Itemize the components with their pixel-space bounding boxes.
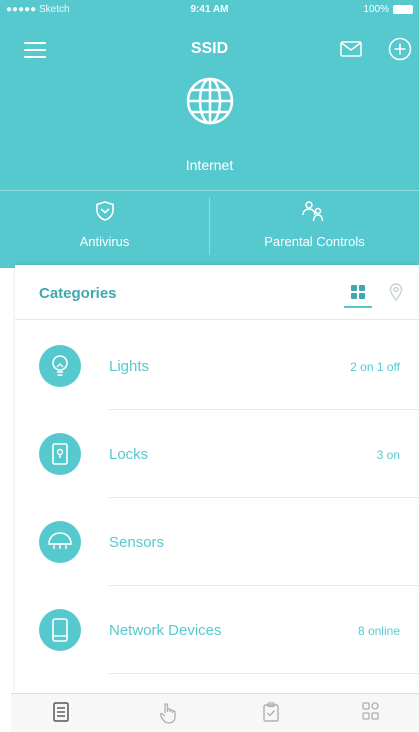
envelope-icon[interactable] [340,41,362,57]
category-row-network-devices[interactable]: Network Devices 8 online [15,586,419,674]
category-icon-circle [39,609,81,651]
categories-title: Categories [39,285,117,302]
antivirus-label: Antivirus [79,234,130,249]
lightbulb-icon [52,355,68,376]
quick-actions: Antivirus Parental Controls [0,190,419,259]
internet-label: Internet [185,157,234,173]
category-row-locks[interactable]: Locks 3 on [15,410,419,498]
categories-header: Categories [15,265,419,320]
header-panel: ●●●●● Sketch 9:41 AM 100% SSID Internet [0,0,419,268]
category-label: Lights [109,358,150,375]
navigation-bar: SSID [0,27,419,71]
battery-percent: 100% [363,4,389,15]
globe-icon[interactable] [186,77,234,125]
plus-circle-icon[interactable] [388,37,412,61]
antivirus-button[interactable]: Antivirus [0,191,209,259]
shield-icon [96,201,114,221]
tablet-icon [52,618,68,642]
battery-icon [393,5,413,14]
row-divider [109,673,419,674]
clock: 9:41 AM [190,4,229,15]
parental-controls-label: Parental Controls [264,234,365,249]
category-status: 3 on [376,448,400,462]
lock-icon [52,443,68,465]
category-icon-circle [39,433,81,475]
category-status: 2 on 1 off [350,360,400,374]
category-row-lights[interactable]: Lights 2 on 1 off [15,322,419,410]
apps-grid-icon[interactable] [362,702,380,720]
grid-view-icon[interactable] [350,284,366,300]
parental-controls-button[interactable]: Parental Controls [210,191,419,259]
categories-card: Categories Lights 2 on 1 off Locks 3 on … [15,265,419,731]
category-label: Locks [109,446,149,463]
category-row-sensors[interactable]: Sensors [15,498,419,586]
tab-bar [11,693,419,732]
clipboard-check-icon[interactable] [262,702,280,722]
hand-touch-icon[interactable] [159,702,177,724]
status-bar: ●●●●● Sketch 9:41 AM 100% [0,0,419,22]
map-pin-icon[interactable] [389,283,403,301]
parent-child-icon [302,201,324,222]
category-icon-circle [39,521,81,563]
category-status: 8 online [357,624,400,638]
document-list-icon[interactable] [52,702,70,722]
sensor-icon [48,532,72,549]
category-label: Sensors [109,534,165,551]
category-icon-circle [39,345,81,387]
active-view-indicator [344,306,372,308]
category-label: Network Devices [109,622,222,639]
